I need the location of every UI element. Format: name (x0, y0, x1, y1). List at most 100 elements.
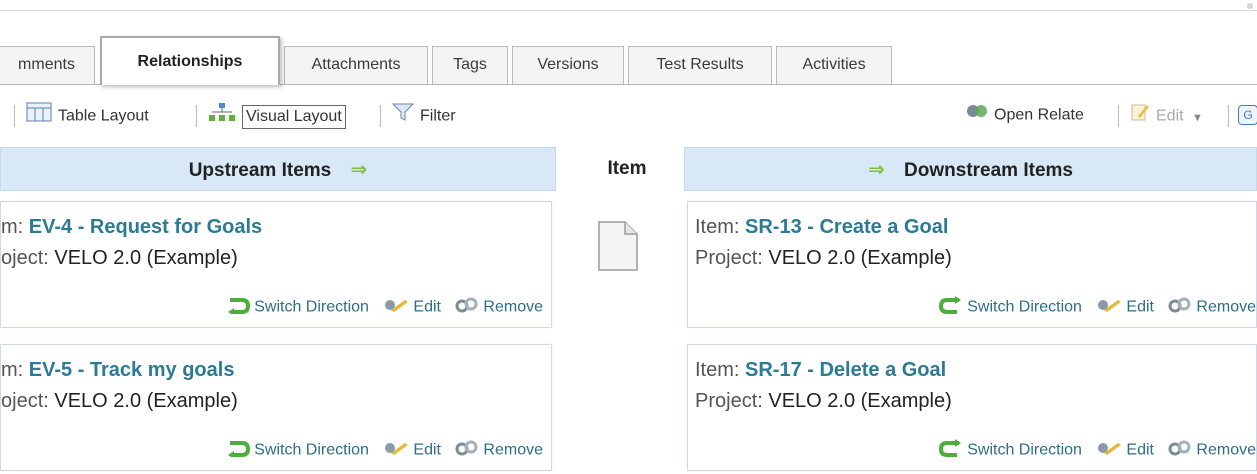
switch-direction-button[interactable]: Switch Direction (939, 296, 1082, 319)
tab-label: mments (18, 56, 75, 73)
remove-button[interactable]: Remove (455, 439, 543, 462)
tab-label: Versions (537, 56, 599, 73)
help-icon: G (1238, 105, 1257, 125)
document-icon (598, 221, 638, 271)
project-line: oject: VELO 2.0 (Example) (1, 247, 238, 270)
relate-icon (966, 102, 988, 129)
edit-icon (1096, 297, 1122, 318)
tab-tags[interactable]: Tags (432, 46, 508, 84)
remove-label: Remove (1196, 298, 1256, 316)
project-value: VELO 2.0 (Example) (54, 247, 238, 269)
tab-relationships[interactable]: Relationships (100, 36, 280, 85)
project-label: oject: (1, 247, 49, 269)
upstream-header: Upstream Items ⇒ (0, 147, 556, 191)
filter-label: Filter (420, 107, 456, 125)
item-line: m: EV-4 - Request for Goals (1, 216, 262, 239)
remove-label: Remove (483, 298, 543, 316)
hierarchy-icon (208, 102, 236, 131)
switch-direction-button[interactable]: Switch Direction (226, 439, 369, 462)
remove-label: Remove (1196, 441, 1256, 459)
tab-attachments[interactable]: Attachments (284, 46, 428, 84)
switch-direction-icon (939, 439, 963, 462)
item-line: Item: SR-13 - Create a Goal (695, 216, 948, 239)
tab-comments[interactable]: mments (0, 46, 95, 84)
switch-direction-label: Switch Direction (967, 298, 1082, 316)
edit-icon (383, 440, 409, 461)
filter-button[interactable]: Filter (391, 102, 456, 131)
upstream-card: m: EV-4 - Request for Goals oject: VELO … (0, 201, 552, 328)
tab-label: Test Results (656, 56, 744, 73)
tab-label: Relationships (137, 53, 243, 70)
table-icon (26, 102, 52, 131)
upstream-card: m: EV-5 - Track my goals oject: VELO 2.0… (0, 344, 552, 471)
open-relate-label: Open Relate (994, 106, 1084, 124)
item-label: m: (1, 359, 24, 381)
item-line: Item: SR-17 - Delete a Goal (695, 359, 946, 382)
toolbar-separator (196, 105, 197, 127)
item-link[interactable]: EV-5 - Track my goals (29, 359, 235, 381)
edit-label: Edit (1126, 441, 1154, 459)
tab-label: Activities (802, 56, 866, 73)
edit-icon (1096, 440, 1122, 461)
table-layout-label: Table Layout (58, 107, 149, 125)
toolbar-separator (14, 105, 15, 127)
item-header: Item (582, 147, 672, 191)
card-actions: Switch Direction Edit Remove (216, 439, 543, 462)
visual-layout-button[interactable]: Visual Layout (208, 102, 346, 131)
more-button[interactable]: G (1238, 102, 1257, 128)
project-value: VELO 2.0 (Example) (768, 247, 952, 269)
open-relate-button[interactable]: Open Relate (966, 102, 1084, 128)
switch-direction-label: Switch Direction (254, 441, 369, 459)
item-link[interactable]: SR-13 - Create a Goal (745, 216, 948, 238)
remove-label: Remove (483, 441, 543, 459)
pencil-icon (1130, 102, 1150, 131)
remove-button[interactable]: Remove (455, 296, 543, 319)
switch-direction-label: Switch Direction (254, 298, 369, 316)
item-label: Item: (695, 216, 740, 238)
edit-label: Edit (1126, 298, 1154, 316)
downstream-header: ⇒ Downstream Items (684, 147, 1257, 191)
table-layout-button[interactable]: Table Layout (26, 102, 149, 128)
project-line: Project: VELO 2.0 (Example) (695, 390, 952, 413)
switch-direction-button[interactable]: Switch Direction (939, 439, 1082, 462)
edit-button[interactable]: Edit (1096, 440, 1154, 461)
project-line: oject: VELO 2.0 (Example) (1, 390, 238, 413)
toolbar: Table Layout Visual Layout Filter Open R… (0, 85, 1257, 145)
card-actions: Switch Direction Edit Remove (929, 296, 1256, 319)
edit-icon (383, 297, 409, 318)
tab-label: Attachments (311, 56, 401, 73)
card-actions: Switch Direction Edit Remove (929, 439, 1256, 462)
switch-direction-button[interactable]: Switch Direction (226, 296, 369, 319)
item-link[interactable]: EV-4 - Request for Goals (29, 216, 262, 238)
edit-dropdown-button[interactable]: Edit ▼ (1130, 102, 1203, 128)
unlink-icon (455, 296, 479, 319)
filter-icon (391, 102, 415, 131)
tab-test-results[interactable]: Test Results (628, 46, 772, 84)
remove-button[interactable]: Remove (1168, 296, 1256, 319)
project-line: Project: VELO 2.0 (Example) (695, 247, 952, 270)
project-label: Project: (695, 390, 763, 412)
item-link[interactable]: SR-17 - Delete a Goal (745, 359, 946, 381)
remove-button[interactable]: Remove (1168, 439, 1256, 462)
chevron-down-icon: ▼ (1192, 111, 1203, 124)
downstream-card: Item: SR-13 - Create a Goal Project: VEL… (687, 201, 1257, 328)
item-title: Item (607, 158, 647, 179)
tab-activities[interactable]: Activities (776, 46, 892, 84)
edit-label: Edit (413, 441, 441, 459)
edit-button[interactable]: Edit (1096, 297, 1154, 318)
downstream-title: Downstream Items (904, 160, 1073, 181)
corner-marker (1247, 3, 1253, 9)
top-border (0, 0, 1257, 11)
item-label: m: (1, 216, 24, 238)
switch-direction-label: Switch Direction (967, 441, 1082, 459)
upstream-title: Upstream Items (188, 160, 332, 181)
tab-versions[interactable]: Versions (512, 46, 624, 84)
unlink-icon (1168, 439, 1192, 462)
switch-direction-icon (226, 296, 251, 319)
edit-button[interactable]: Edit (383, 440, 441, 461)
edit-button[interactable]: Edit (383, 297, 441, 318)
item-line: m: EV-5 - Track my goals (1, 359, 234, 382)
item-label: Item: (695, 359, 740, 381)
right-arrow-icon: ⇒ (868, 159, 885, 181)
project-label: oject: (1, 390, 49, 412)
